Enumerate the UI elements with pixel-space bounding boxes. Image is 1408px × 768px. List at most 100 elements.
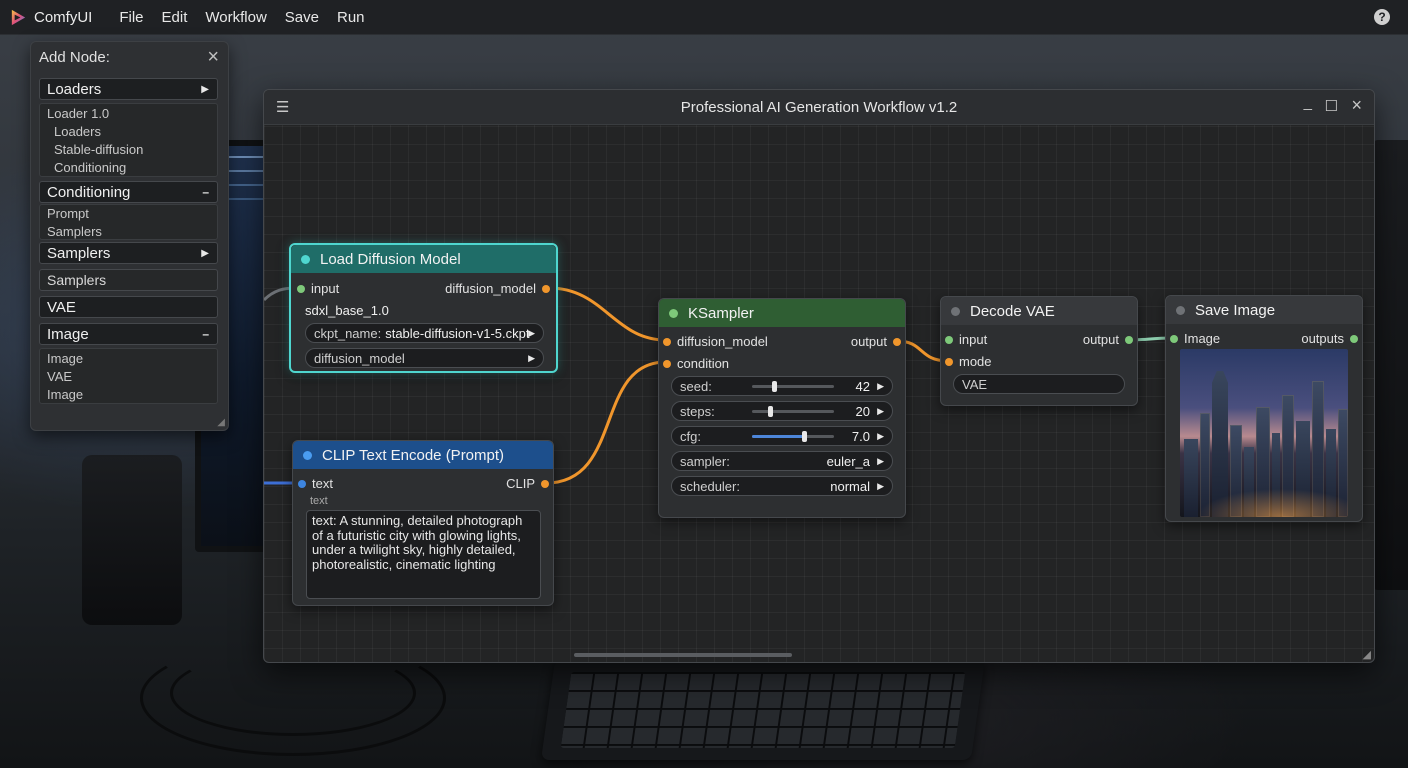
increment-arrow-icon[interactable]: ▶: [877, 431, 884, 442]
input-port-row[interactable]: diffusion_model: [663, 334, 768, 350]
cfg-widget[interactable]: cfg: 7.0 ▶: [671, 426, 893, 446]
node-status-dot: [301, 254, 310, 264]
menu-file[interactable]: File: [110, 9, 152, 26]
sampler-select[interactable]: sampler: euler_a ▶: [671, 451, 893, 471]
menu-save[interactable]: Save: [276, 9, 328, 26]
category-loaders[interactable]: Loaders ▶: [39, 78, 218, 100]
slider-thumb[interactable]: [768, 406, 774, 417]
help-icon[interactable]: ?: [1374, 9, 1390, 25]
workflow-window: ☰ Professional AI Generation Workflow v1…: [263, 89, 1375, 663]
dropdown-arrow-icon: ▶: [877, 480, 884, 491]
list-item[interactable]: Image: [40, 350, 217, 368]
resize-grip-icon[interactable]: ◢: [1363, 648, 1371, 661]
port-label: input: [311, 281, 340, 296]
list-item[interactable]: VAE: [40, 368, 217, 386]
input-port[interactable]: [1170, 335, 1178, 343]
resize-grip-icon[interactable]: ◢: [217, 417, 225, 428]
increment-arrow-icon[interactable]: ▶: [877, 381, 884, 392]
slider-thumb[interactable]: [772, 381, 778, 392]
collapse-icon: –: [202, 327, 209, 341]
background-speaker: [82, 455, 182, 625]
image-preview[interactable]: [1180, 349, 1348, 517]
category-label: Samplers: [47, 272, 107, 288]
input-port-row[interactable]: input: [297, 281, 339, 297]
add-node-title: Add Node:: [39, 48, 110, 66]
category-samplers[interactable]: Samplers ▶: [39, 242, 218, 264]
input-port-row[interactable]: condition: [663, 356, 729, 372]
output-port-row[interactable]: CLIP: [469, 476, 549, 492]
output-port[interactable]: [542, 285, 550, 293]
list-item[interactable]: Stable-diffusion: [40, 141, 217, 159]
output-port[interactable]: [541, 480, 549, 488]
steps-slider[interactable]: [752, 406, 834, 417]
port-label: condition: [677, 356, 730, 371]
node-decode-vae[interactable]: Decode VAE input mode output VAE: [940, 296, 1138, 406]
port-label: output: [1082, 332, 1119, 347]
seed-slider[interactable]: [752, 381, 834, 392]
scheduler-select[interactable]: scheduler: normal ▶: [671, 476, 893, 496]
node-status-dot: [951, 306, 960, 316]
seed-widget[interactable]: seed: 42 ▶: [671, 376, 893, 396]
input-port[interactable]: [298, 480, 306, 488]
output-port-row[interactable]: outputs: [1278, 331, 1358, 347]
category-label: Loaders: [47, 80, 102, 98]
menu-workflow[interactable]: Workflow: [196, 9, 275, 26]
menu-edit[interactable]: Edit: [153, 9, 197, 26]
widget-value: 42: [855, 378, 870, 394]
diffusion-model-select[interactable]: diffusion_model ▶: [305, 348, 544, 368]
widget-value: normal: [830, 478, 870, 494]
list-item[interactable]: Prompt: [40, 205, 217, 223]
input-port-row[interactable]: text: [298, 476, 333, 492]
port-label: text: [312, 476, 333, 491]
ckpt-name-select[interactable]: ckpt_name: stable-diffusion-v1-5.ckpt ▶: [305, 323, 544, 343]
output-port[interactable]: [1350, 335, 1358, 343]
list-item[interactable]: Conditioning: [40, 159, 217, 177]
input-port[interactable]: [297, 285, 305, 293]
output-port[interactable]: [1125, 336, 1133, 344]
output-port-row[interactable]: output: [1053, 332, 1133, 348]
category-image[interactable]: Image –: [39, 323, 218, 345]
list-item[interactable]: Image: [40, 386, 217, 404]
input-port-row[interactable]: Image: [1170, 331, 1220, 347]
output-port-row[interactable]: diffusion_model: [410, 281, 550, 297]
input-port-row[interactable]: input: [945, 332, 987, 348]
input-port[interactable]: [945, 336, 953, 344]
horizontal-scrollbar[interactable]: [574, 653, 792, 657]
prompt-textarea[interactable]: text: A stunning, detailed photograph of…: [306, 510, 541, 599]
input-port[interactable]: [663, 338, 671, 346]
port-label: CLIP: [506, 476, 535, 491]
image-list: Image VAE Image: [39, 348, 218, 404]
slider-thumb[interactable]: [802, 431, 808, 442]
slider-fill: [752, 435, 805, 438]
widget-label: diffusion_model: [314, 350, 405, 366]
node-clip-text-encode[interactable]: CLIP Text Encode (Prompt) text CLIP text…: [292, 440, 554, 606]
input-port[interactable]: [945, 358, 953, 366]
increment-arrow-icon[interactable]: ▶: [877, 406, 884, 417]
category-samplers-plain[interactable]: Samplers: [39, 269, 218, 291]
collapse-icon: –: [202, 185, 209, 199]
port-label: mode: [959, 354, 992, 369]
widget-value: stable-diffusion-v1-5.ckpt: [385, 325, 530, 341]
cfg-slider[interactable]: [752, 431, 834, 442]
output-port-row[interactable]: output: [821, 334, 901, 350]
node-load-diffusion-model[interactable]: Load Diffusion Model input diffusion_mod…: [289, 243, 558, 373]
wire-model-to-ksampler: [548, 286, 667, 342]
menu-run[interactable]: Run: [328, 9, 374, 26]
widget-label: cfg:: [680, 428, 701, 444]
steps-widget[interactable]: steps: 20 ▶: [671, 401, 893, 421]
node-save-image[interactable]: Save Image Image outputs: [1165, 295, 1363, 522]
list-item[interactable]: Samplers: [40, 223, 217, 241]
close-icon[interactable]: ×: [207, 47, 219, 67]
vae-select[interactable]: VAE: [953, 374, 1125, 394]
node-ksampler[interactable]: KSampler diffusion_model condition outpu…: [658, 298, 906, 518]
dropdown-arrow-icon: ▶: [528, 352, 535, 363]
input-port-row[interactable]: mode: [945, 354, 992, 370]
category-conditioning[interactable]: Conditioning –: [39, 181, 218, 203]
category-label: VAE: [47, 298, 76, 316]
node-title: Load Diffusion Model: [320, 250, 461, 268]
category-vae[interactable]: VAE: [39, 296, 218, 318]
input-port[interactable]: [663, 360, 671, 368]
list-item[interactable]: Loader 1.0: [40, 105, 217, 123]
list-item[interactable]: Loaders: [40, 123, 217, 141]
output-port[interactable]: [893, 338, 901, 346]
